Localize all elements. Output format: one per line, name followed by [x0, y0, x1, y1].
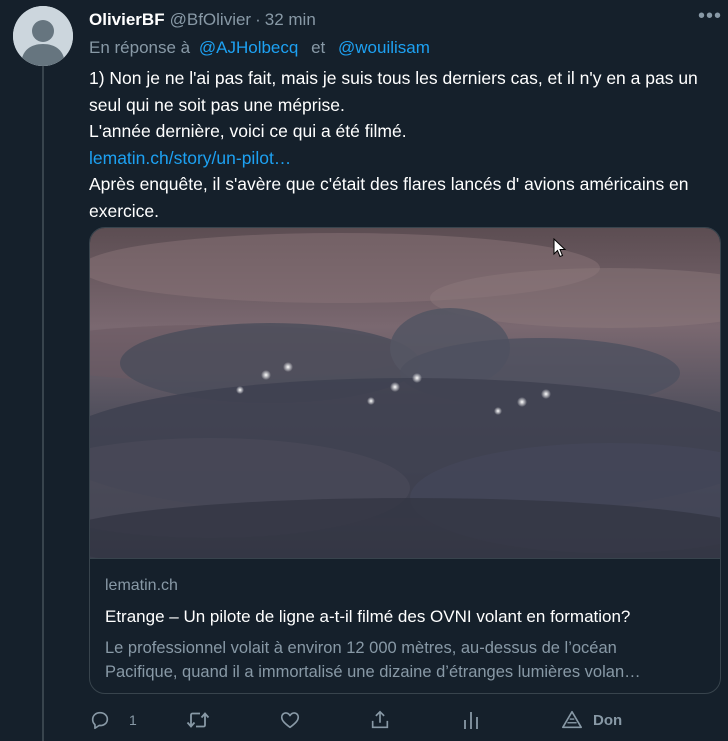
mention-link[interactable]: @AJHolbecq	[199, 38, 298, 57]
share-button[interactable]	[369, 709, 391, 731]
more-horizontal-icon: •••	[697, 5, 722, 27]
card-description: Le professionnel volait à environ 12 000…	[105, 636, 705, 684]
analytics-icon	[464, 712, 478, 729]
timestamp[interactable]: 32 min	[265, 8, 316, 32]
display-name[interactable]: OlivierBF	[89, 8, 165, 32]
url-link[interactable]: lematin.ch/story/un-pilot…	[89, 148, 291, 168]
link-preview-card[interactable]: lematin.ch Etrange – Un pilote de ligne …	[89, 227, 721, 694]
sky-with-lights-image	[90, 228, 720, 558]
retweet-button[interactable]	[186, 709, 210, 731]
separator-dot: ·	[255, 10, 261, 29]
tweet[interactable]: OlivierBF @BfOlivier · 32 min ••• En rép…	[0, 0, 728, 741]
reply-icon	[91, 711, 109, 730]
thread-line	[42, 66, 44, 741]
reply-button[interactable]: 1	[89, 709, 137, 731]
tweet-text-line: 1) Non je ne l'ai pas fait, mais je suis…	[89, 68, 698, 115]
card-image	[90, 228, 720, 558]
tweet-text-line: Après enquête, il s'avère que c'était de…	[89, 174, 689, 221]
card-meta: lematin.ch Etrange – Un pilote de ligne …	[90, 558, 720, 684]
like-button[interactable]	[279, 709, 301, 731]
donate-icon	[562, 710, 582, 729]
like-icon	[280, 712, 300, 729]
retweet-icon	[186, 712, 210, 728]
mention-link[interactable]: @wouilisam	[338, 38, 430, 57]
tweet-actions: 1 Don	[89, 709, 721, 739]
avatar[interactable]	[13, 6, 73, 66]
donate-button[interactable]: Don	[561, 709, 622, 731]
tweet-text-line: L'année dernière, voici ce qui a été fil…	[89, 121, 407, 141]
analytics-button[interactable]	[461, 709, 481, 731]
tweet-text: 1) Non je ne l'ai pas fait, mais je suis…	[89, 65, 721, 224]
reply-count: 1	[129, 712, 137, 728]
share-icon	[371, 710, 389, 729]
card-description-line: Pacifique, quand il a immortalisé une di…	[105, 663, 641, 681]
donate-label: Don	[593, 711, 623, 729]
default-avatar-icon	[13, 6, 73, 66]
mouse-cursor-icon	[553, 237, 567, 263]
tweet-content: OlivierBF @BfOlivier · 32 min ••• En rép…	[89, 6, 721, 730]
card-domain: lematin.ch	[105, 577, 178, 594]
more-options-button[interactable]: •••	[695, 5, 725, 32]
user-handle[interactable]: @BfOlivier	[170, 8, 252, 32]
tweet-header: OlivierBF @BfOlivier · 32 min	[89, 8, 721, 32]
reply-prefix: En réponse à	[89, 38, 191, 57]
reply-context: En réponse à @AJHolbecq et @wouilisam	[89, 36, 721, 60]
card-title: Etrange – Un pilote de ligne a-t-il film…	[105, 607, 631, 626]
card-description-line: Le professionnel volait à environ 12 000…	[105, 639, 617, 657]
mention-joiner: et	[311, 38, 326, 57]
